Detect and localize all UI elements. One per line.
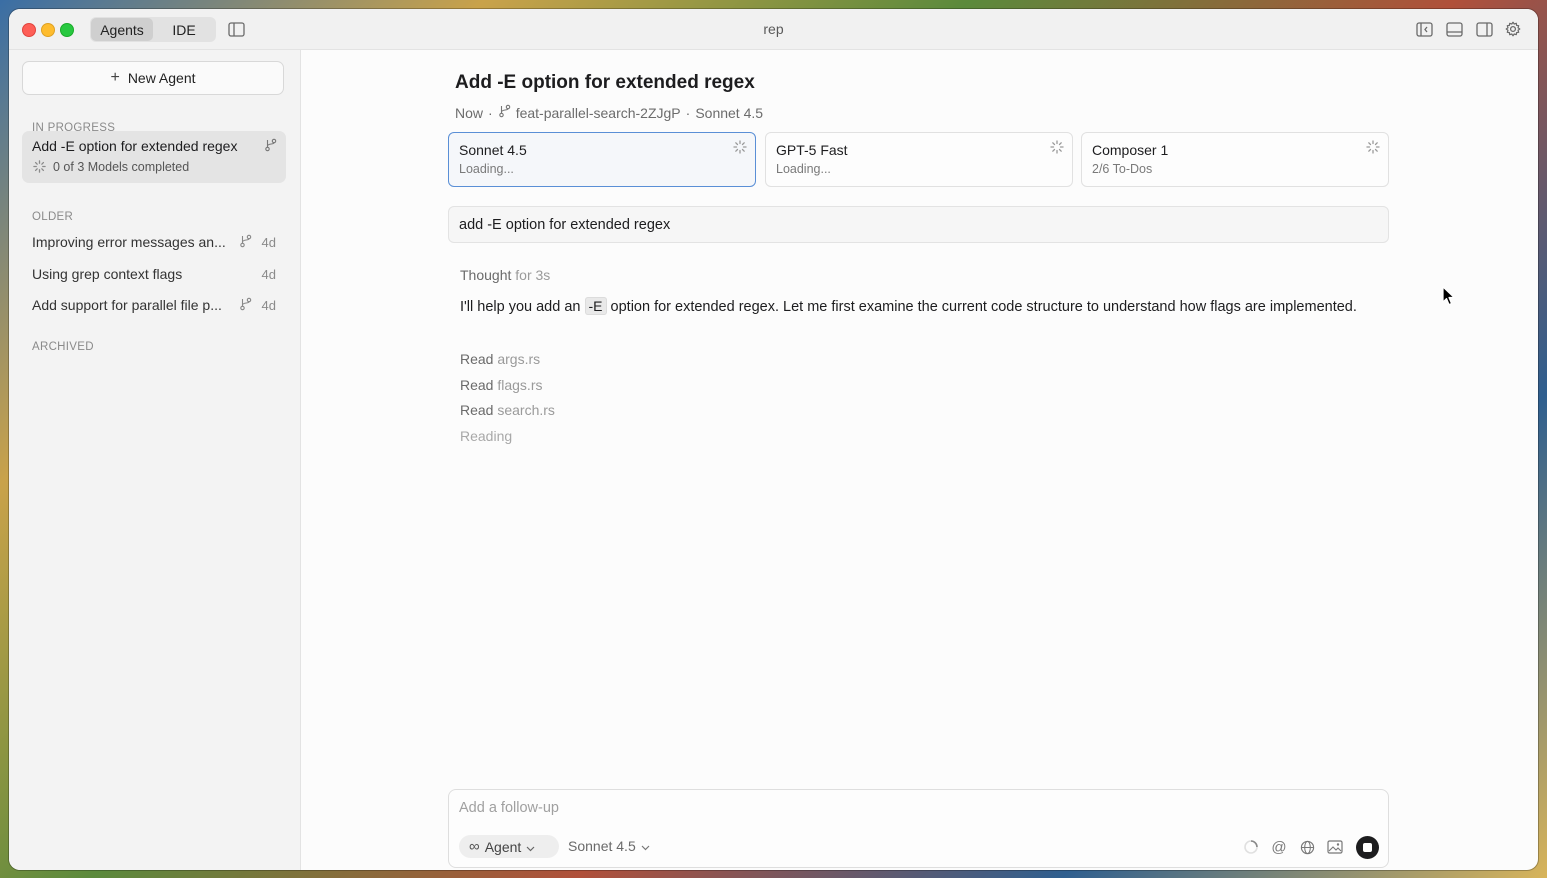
chevron-down-icon [641, 838, 650, 854]
tool-read-item[interactable]: Read args.rs [460, 351, 540, 367]
agent-item-older[interactable]: Using grep context flags 4d [32, 266, 276, 286]
infinity-icon: ∞ [469, 838, 480, 855]
read-verb: Read [460, 402, 494, 418]
page-title: Add -E option for extended regex [455, 72, 755, 93]
branch-icon [239, 234, 252, 251]
model-card-status: Loading... [776, 162, 831, 176]
agent-item-title: Add -E option for extended regex [32, 138, 238, 154]
thought-label: Thought [460, 267, 512, 283]
assistant-message: I'll help you add an -E option for exten… [460, 295, 1360, 319]
agent-item-title: Using grep context flags [32, 266, 183, 282]
agent-item-age: 4d [261, 267, 276, 282]
model-card-name: Sonnet 4.5 [459, 142, 527, 158]
agent-item-status: 0 of 3 Models completed [53, 160, 190, 174]
older-header: OLDER [32, 211, 74, 223]
settings-gear-icon[interactable] [1504, 20, 1522, 38]
toggle-right-panel-icon[interactable] [1475, 20, 1493, 38]
globe-icon[interactable] [1298, 838, 1316, 856]
agent-item-older[interactable]: Improving error messages an... 4d [32, 234, 276, 254]
agent-item-age: 4d [261, 298, 276, 313]
title-bar: Agents IDE rep [9, 9, 1538, 50]
progress-spinner-icon [1242, 838, 1260, 856]
new-agent-label: New Agent [127, 70, 196, 86]
agent-item-title: Add support for parallel file p... [32, 297, 222, 313]
tool-read-item[interactable]: Read search.rs [460, 402, 555, 418]
agent-mode-label: Agent [484, 838, 522, 855]
chevron-down-icon [526, 839, 535, 855]
branch-icon [239, 297, 252, 314]
user-prompt: add -E option for extended regex [448, 206, 1389, 243]
new-agent-button[interactable]: + New Agent [22, 61, 284, 95]
reading-status: Reading [460, 428, 513, 444]
model-card-name: GPT-5 Fast [776, 142, 848, 158]
thought-duration: for 3s [515, 267, 551, 283]
read-file: flags.rs [497, 377, 543, 393]
mouse-cursor-icon [1442, 286, 1456, 311]
loading-spinner-icon [733, 140, 747, 159]
loading-spinner-icon [33, 160, 46, 178]
window-title: rep [763, 21, 784, 37]
model-card-gpt5[interactable]: GPT-5 Fast Loading... [765, 132, 1073, 187]
model-card-name: Composer 1 [1092, 142, 1169, 158]
follow-up-input[interactable]: Add a follow-up [459, 800, 559, 816]
loading-spinner-icon [1366, 140, 1380, 159]
agent-item-age: 4d [261, 235, 276, 250]
app-window: Agents IDE rep + New Agent IN PROGRESS A… [9, 9, 1538, 870]
read-file: search.rs [497, 402, 555, 418]
stop-button[interactable] [1356, 836, 1379, 859]
read-verb: Read [460, 351, 494, 367]
follow-up-composer[interactable]: Add a follow-up ∞ Agent Sonnet 4.5 @ [448, 789, 1389, 868]
meta-model: Sonnet 4.5 [695, 104, 764, 121]
loading-spinner-icon [1050, 140, 1064, 159]
tool-read-item[interactable]: Read flags.rs [460, 377, 542, 393]
inline-code: -E [584, 297, 607, 315]
sidebar: + New Agent IN PROGRESS Add -E option fo… [9, 50, 301, 870]
mention-at-icon[interactable]: @ [1270, 838, 1288, 856]
agent-conversation: Add -E option for extended regex Now · f… [301, 50, 1538, 870]
model-card-status: 2/6 To-Dos [1092, 162, 1153, 176]
meta-branch[interactable]: feat-parallel-search-2ZJgP [516, 105, 681, 121]
message-text: option for extended regex. Let me first … [610, 299, 1357, 315]
message-text: I'll help you add an [460, 299, 581, 315]
read-file: args.rs [497, 351, 541, 367]
model-dropdown[interactable]: Sonnet 4.5 [568, 838, 650, 854]
branch-icon [264, 138, 277, 157]
meta-time: Now [455, 104, 484, 121]
agent-item-active[interactable]: Add -E option for extended regex 0 of 3 … [22, 131, 286, 183]
archived-header[interactable]: ARCHIVED [32, 341, 94, 353]
image-icon[interactable] [1326, 838, 1344, 856]
branch-icon [498, 104, 511, 121]
agent-meta: Now · feat-parallel-search-2ZJgP · Sonne… [455, 104, 763, 121]
model-card-composer[interactable]: Composer 1 2/6 To-Dos [1081, 132, 1389, 187]
toggle-bottom-panel-icon[interactable] [1445, 20, 1463, 38]
agent-mode-dropdown[interactable]: ∞ Agent [459, 835, 559, 858]
stop-icon [1363, 843, 1372, 852]
plus-icon: + [110, 69, 120, 86]
thought-indicator[interactable]: Thought for 3s [460, 267, 550, 283]
collapse-left-panel-icon[interactable] [1415, 20, 1433, 38]
agent-item-title: Improving error messages an... [32, 234, 226, 250]
agent-item-older[interactable]: Add support for parallel file p... 4d [32, 297, 276, 317]
model-card-sonnet[interactable]: Sonnet 4.5 Loading... [448, 132, 756, 187]
model-label: Sonnet 4.5 [568, 838, 636, 854]
model-card-status: Loading... [459, 162, 514, 176]
meta-separator: · [488, 104, 493, 121]
meta-separator: · [685, 104, 691, 121]
read-verb: Read [460, 377, 494, 393]
